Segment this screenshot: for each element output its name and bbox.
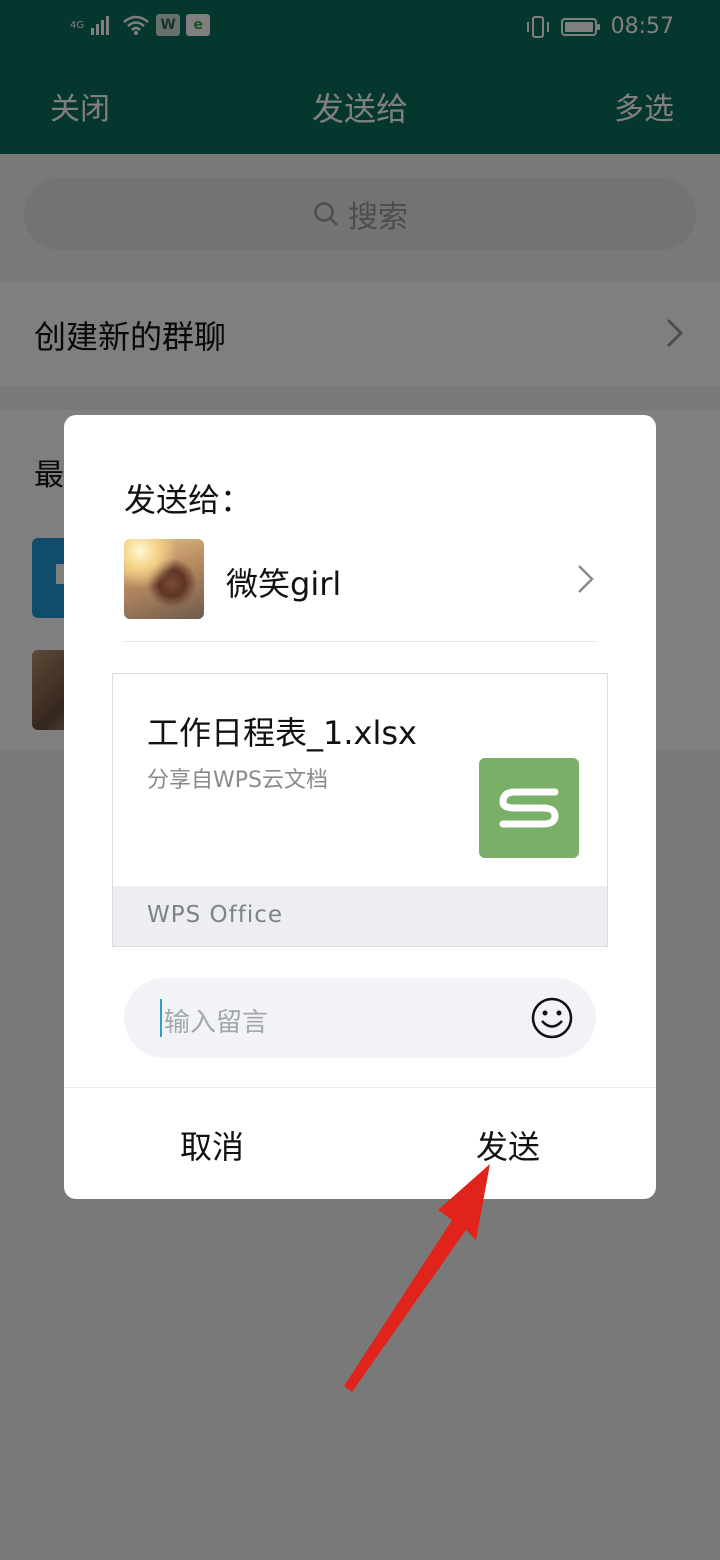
recipient-row[interactable]: 微笑girl	[124, 539, 596, 635]
file-name: 工作日程表_1.xlsx	[147, 714, 417, 752]
divider	[124, 641, 596, 642]
app-name: WPS Office	[147, 902, 284, 928]
wps-spreadsheet-icon	[479, 758, 579, 858]
red-arrow-annotation	[344, 1164, 490, 1392]
text-cursor	[160, 999, 162, 1037]
divider	[64, 1087, 656, 1088]
cancel-button[interactable]: 取消	[64, 1111, 360, 1183]
recipient-name: 微笑girl	[226, 565, 342, 603]
emoji-icon[interactable]	[530, 996, 574, 1040]
share-dialog: 发送给： 微笑girl 工作日程表_1.xlsx 分享自WPS云文档 WPS O…	[64, 415, 656, 1199]
shared-file-card: 工作日程表_1.xlsx 分享自WPS云文档 WPS Office	[112, 673, 608, 947]
recipient-avatar	[124, 539, 204, 619]
message-placeholder: 输入留言	[164, 1008, 269, 1038]
file-source: 分享自WPS云文档	[147, 768, 328, 793]
message-input[interactable]: 输入留言	[124, 978, 596, 1058]
card-footer: WPS Office	[113, 886, 607, 946]
dialog-title: 发送给：	[124, 481, 253, 519]
chevron-right-icon	[578, 565, 594, 593]
